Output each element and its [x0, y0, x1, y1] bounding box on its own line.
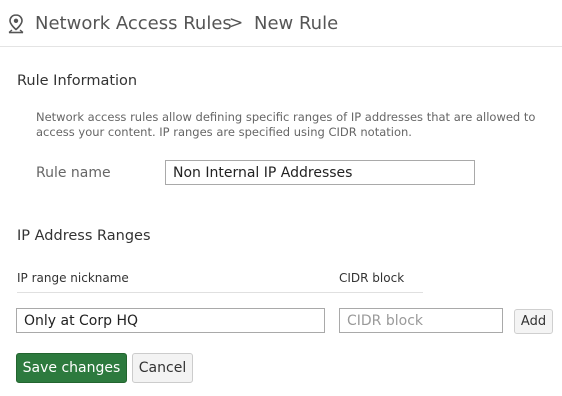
map-pin-icon: [7, 14, 25, 34]
cancel-button[interactable]: Cancel: [132, 353, 193, 383]
nickname-column-header: IP range nickname: [17, 271, 129, 285]
chevron-right-icon: >: [229, 13, 244, 33]
breadcrumb-network-access-rules[interactable]: Network Access Rules: [35, 13, 232, 34]
ip-address-ranges-heading: IP Address Ranges: [17, 228, 151, 244]
rule-description-text: Network access rules allow defining spec…: [36, 110, 536, 139]
breadcrumb-current-page: New Rule: [254, 13, 339, 34]
column-divider: [17, 292, 423, 293]
rule-information-heading: Rule Information: [17, 73, 138, 89]
rule-name-label: Rule name: [36, 165, 111, 181]
cidr-column-header: CIDR block: [339, 271, 405, 285]
add-ip-range-button[interactable]: Add: [514, 309, 553, 334]
save-changes-button[interactable]: Save changes: [16, 353, 127, 383]
cidr-block-input[interactable]: CIDR block: [339, 308, 503, 333]
rule-name-input[interactable]: Non Internal IP Addresses: [165, 160, 475, 185]
page-header: Network Access Rules > New Rule: [0, 0, 562, 47]
ip-range-nickname-input[interactable]: Only at Corp HQ: [16, 308, 325, 333]
